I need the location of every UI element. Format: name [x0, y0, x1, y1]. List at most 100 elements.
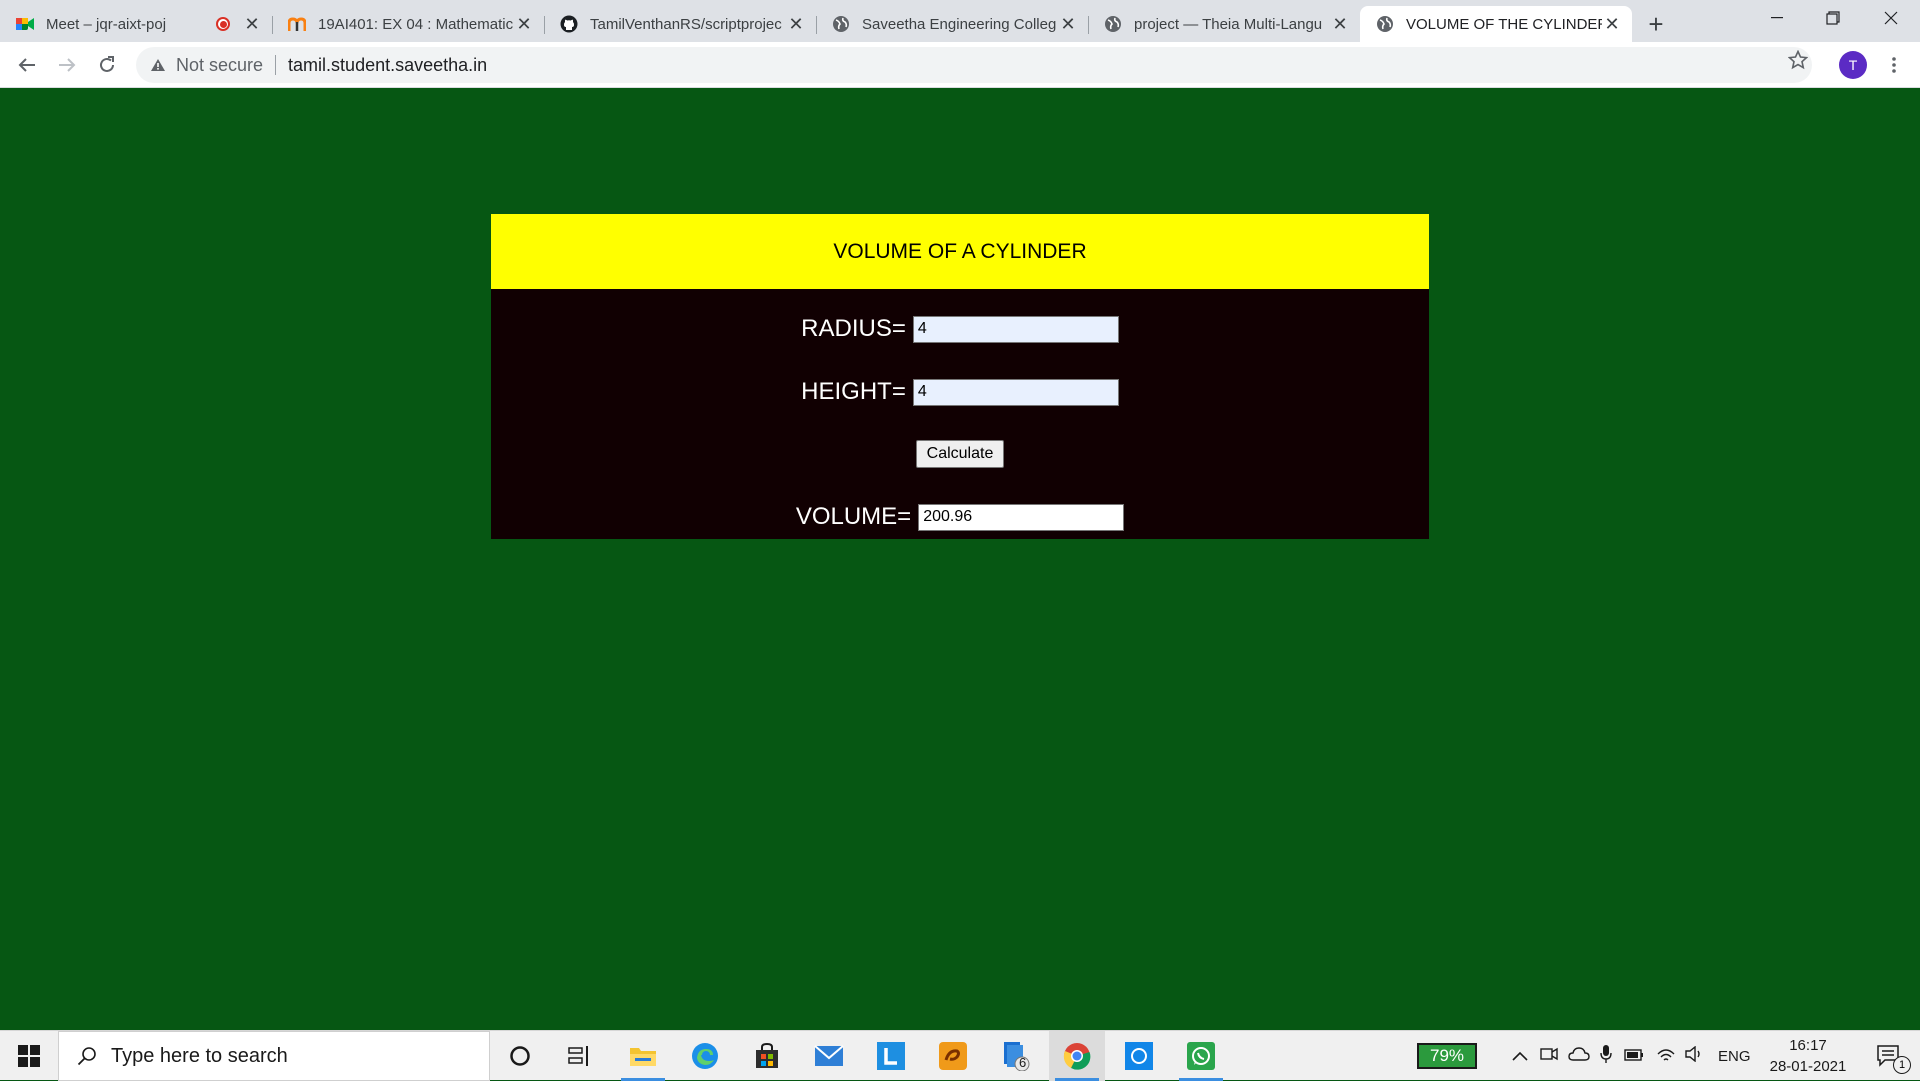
- edge-icon: [692, 1043, 718, 1069]
- address-bar[interactable]: Not secure tamil.student.saveetha.in: [136, 47, 1812, 83]
- search-placeholder: Type here to search: [111, 1044, 288, 1067]
- game-app-button[interactable]: [925, 1031, 981, 1081]
- close-window-button[interactable]: [1864, 0, 1918, 36]
- windows-taskbar: Type here to search 6 79% ENG 16:17 28-0…: [0, 1030, 1920, 1081]
- store-button[interactable]: [739, 1031, 795, 1081]
- cortana-app-button[interactable]: [1111, 1031, 1167, 1081]
- calculate-button[interactable]: Calculate: [915, 440, 1005, 468]
- windows-logo-icon: [18, 1045, 40, 1067]
- height-input[interactable]: [912, 378, 1119, 406]
- calculate-row: Calculate: [491, 440, 1429, 468]
- files-button[interactable]: 6: [987, 1031, 1043, 1081]
- meet-now-icon[interactable]: [1540, 1046, 1558, 1066]
- radius-input[interactable]: [912, 315, 1119, 343]
- tab-strip: Meet – jqr-aixt-poj ✕ 19AI401: EX 04 : M…: [0, 0, 1920, 42]
- new-tab-button[interactable]: +: [1638, 6, 1674, 42]
- volume-output[interactable]: [918, 503, 1125, 531]
- chevron-up-icon[interactable]: [1512, 1048, 1528, 1065]
- taskbar-search[interactable]: Type here to search: [58, 1031, 490, 1081]
- volume-label: VOLUME=: [795, 503, 912, 530]
- radius-label: RADIUS=: [801, 315, 906, 342]
- folder-icon: [630, 1048, 656, 1066]
- globe-icon: [1104, 15, 1122, 33]
- forward-button[interactable]: [53, 51, 81, 79]
- tab-title: project — Theia Multi-Langu: [1134, 15, 1323, 33]
- edge-button[interactable]: [677, 1031, 733, 1081]
- tab-theia[interactable]: project — Theia Multi-Langu ✕: [1088, 6, 1360, 42]
- clock-date: 28-01-2021: [1769, 1058, 1847, 1075]
- wifi-icon[interactable]: [1656, 1046, 1676, 1066]
- search-icon: [77, 1047, 96, 1066]
- menu-kebab-icon[interactable]: [1884, 51, 1904, 79]
- tab-cylinder[interactable]: VOLUME OF THE CYLINDER ✕: [1360, 6, 1632, 42]
- url-text[interactable]: tamil.student.saveetha.in: [288, 55, 487, 76]
- chrome-icon: [1063, 1043, 1091, 1070]
- security-label: Not secure: [176, 54, 264, 75]
- blue-circle-app-icon: [1125, 1042, 1153, 1070]
- battery-indicator[interactable]: 79%: [1417, 1043, 1477, 1069]
- radius-row: RADIUS=: [491, 315, 1429, 343]
- restore-button[interactable]: [1806, 0, 1860, 36]
- tab-title: VOLUME OF THE CYLINDER: [1406, 15, 1602, 33]
- l-app-icon: [877, 1042, 905, 1070]
- battery-percentage: 79%: [1429, 1046, 1465, 1065]
- speaker-icon[interactable]: [1684, 1045, 1704, 1066]
- file-count-badge: 6: [1019, 1055, 1027, 1070]
- language-indicator[interactable]: ENG: [1718, 1048, 1751, 1065]
- whatsapp-icon: [1187, 1042, 1215, 1070]
- close-icon[interactable]: ✕: [786, 14, 806, 34]
- reload-button[interactable]: [93, 51, 121, 79]
- close-icon[interactable]: ✕: [1330, 14, 1350, 34]
- task-view-button[interactable]: [552, 1031, 608, 1081]
- game-app-icon: [939, 1042, 967, 1070]
- battery-icon[interactable]: [1624, 1048, 1644, 1065]
- panel-header: VOLUME OF A CYLINDER: [491, 214, 1429, 289]
- calculator-panel: VOLUME OF A CYLINDER RADIUS= HEIGHT= Cal…: [491, 214, 1429, 539]
- action-center-button[interactable]: 1: [1864, 1031, 1914, 1081]
- cortana-button[interactable]: [492, 1031, 548, 1081]
- browser-toolbar: Not secure tamil.student.saveetha.in T: [0, 42, 1920, 88]
- close-icon[interactable]: ✕: [514, 14, 534, 34]
- google-meet-icon: [16, 15, 34, 33]
- system-tray: ENG: [1512, 1031, 1751, 1081]
- clock[interactable]: 16:17 28-01-2021: [1762, 1035, 1854, 1077]
- recording-icon: [216, 17, 230, 31]
- start-button[interactable]: [0, 1031, 58, 1081]
- forward-arrow-icon: [59, 58, 76, 72]
- tab-meet[interactable]: Meet – jqr-aixt-poj ✕: [0, 6, 272, 42]
- moodle-icon: [288, 15, 306, 33]
- file-explorer-button[interactable]: [615, 1031, 671, 1081]
- bookmark-star-icon[interactable]: [1787, 49, 1809, 75]
- globe-icon: [1376, 15, 1394, 33]
- chrome-button[interactable]: [1049, 1031, 1105, 1081]
- tab-title: Saveetha Engineering Colleg: [862, 15, 1057, 33]
- divider: [275, 55, 277, 75]
- onedrive-cloud-icon[interactable]: [1568, 1047, 1590, 1065]
- clock-time: 16:17: [1789, 1037, 1827, 1054]
- cortana-icon: [510, 1046, 530, 1066]
- tab-title: 19AI401: EX 04 : Mathematic: [318, 15, 514, 33]
- mail-button[interactable]: [801, 1031, 857, 1081]
- tab-moodle[interactable]: 19AI401: EX 04 : Mathematic ✕: [272, 6, 544, 42]
- globe-icon: [832, 15, 850, 33]
- microphone-icon[interactable]: [1600, 1044, 1612, 1068]
- tab-saveetha[interactable]: Saveetha Engineering Colleg ✕: [816, 6, 1088, 42]
- tab-github[interactable]: TamilVenthanRS/scriptprojec ✕: [544, 6, 816, 42]
- volume-row: VOLUME=: [491, 503, 1429, 531]
- store-bag-icon: [756, 1043, 778, 1068]
- back-button[interactable]: [13, 51, 41, 79]
- close-icon[interactable]: ✕: [1602, 14, 1622, 34]
- height-label: HEIGHT=: [801, 378, 906, 405]
- tab-title: Meet – jqr-aixt-poj: [46, 15, 167, 33]
- page-title: VOLUME OF A CYLINDER: [833, 239, 1087, 263]
- close-icon[interactable]: ✕: [1058, 14, 1078, 34]
- profile-avatar[interactable]: T: [1839, 51, 1867, 79]
- whatsapp-button[interactable]: [1173, 1031, 1229, 1081]
- l-app-button[interactable]: [863, 1031, 919, 1081]
- back-arrow-icon: [18, 58, 35, 72]
- notification-count: 1: [1893, 1056, 1911, 1074]
- site-info-button[interactable]: Not secure: [150, 55, 263, 76]
- minimize-button[interactable]: [1750, 0, 1804, 36]
- close-icon[interactable]: ✕: [242, 14, 262, 34]
- tab-title: TamilVenthanRS/scriptprojec: [590, 15, 782, 33]
